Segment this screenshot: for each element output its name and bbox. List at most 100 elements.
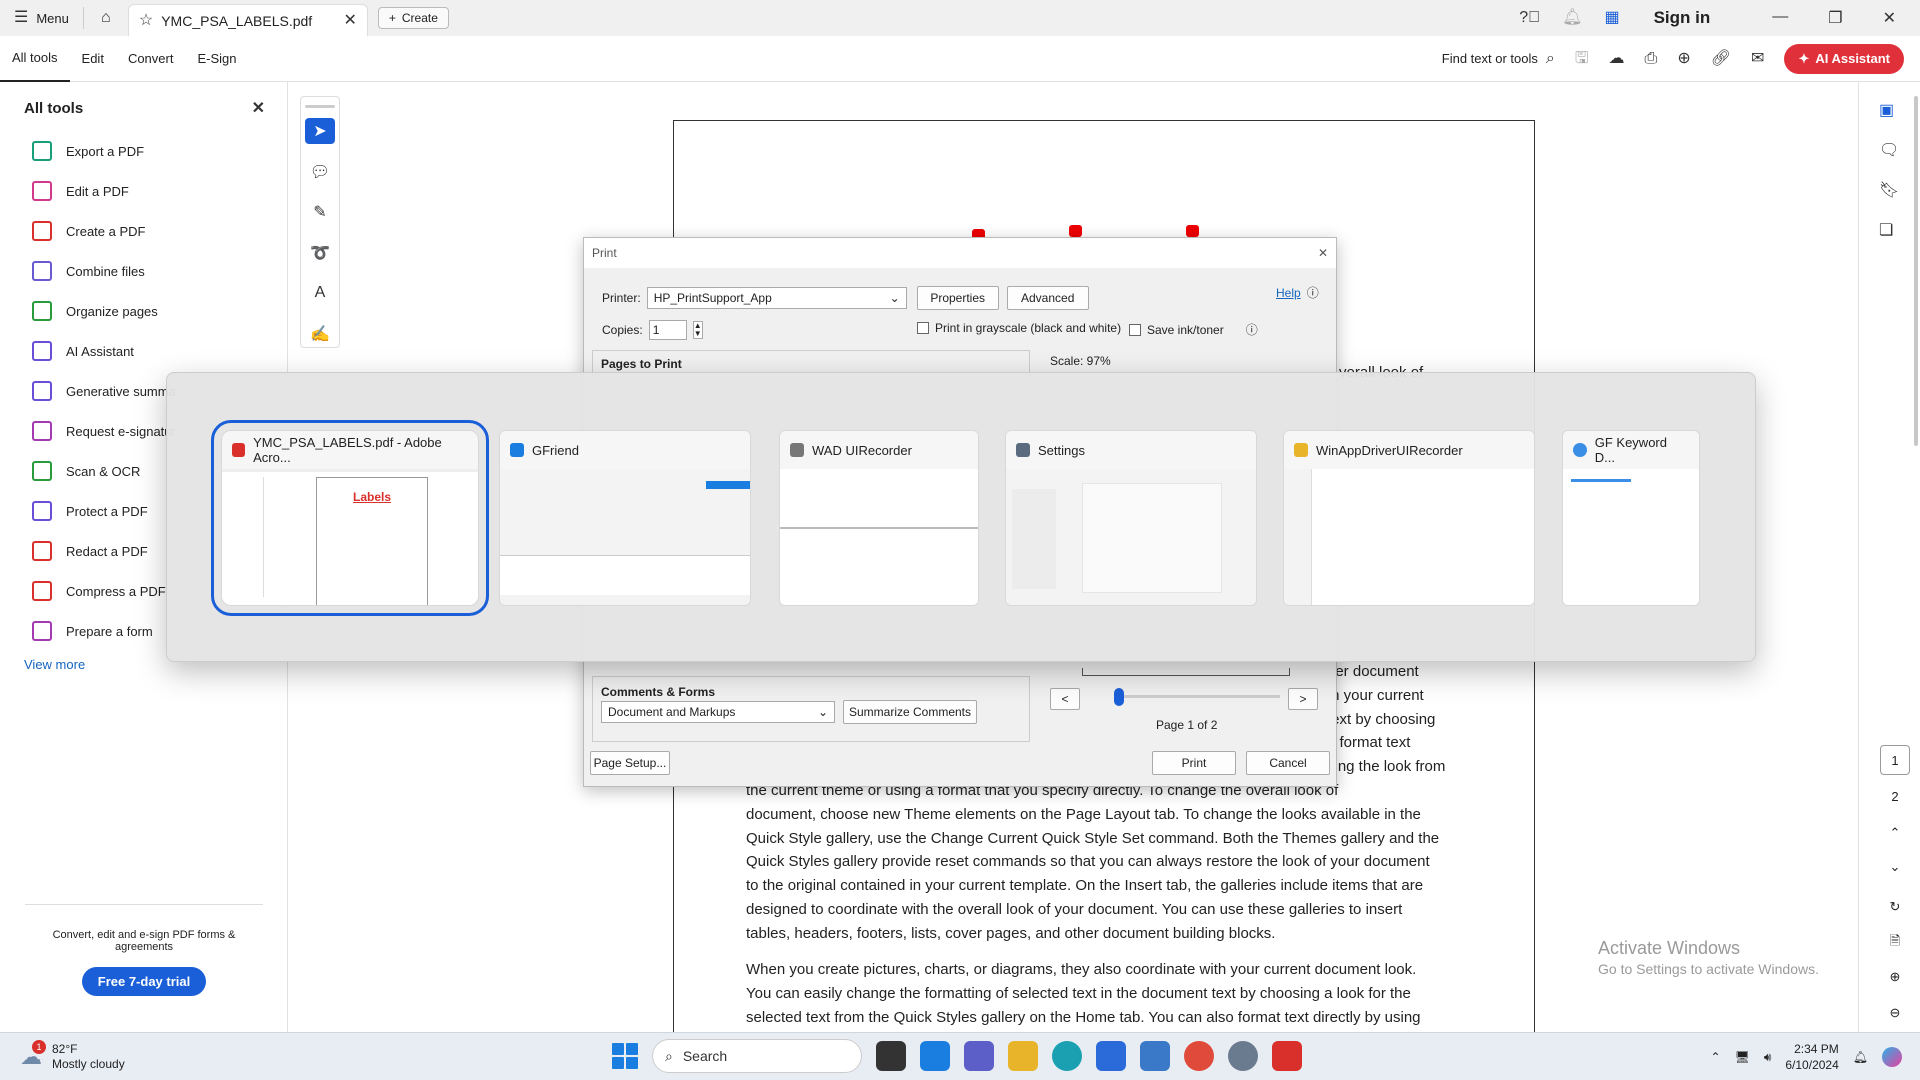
window-thumb-settings[interactable]: Settings bbox=[1005, 430, 1257, 606]
rotate-icon[interactable]: ↻ bbox=[1880, 892, 1910, 922]
add-comment-icon[interactable]: 💬︎ bbox=[305, 158, 335, 185]
email-icon[interactable]: ✉ bbox=[1751, 50, 1764, 67]
menu-convert[interactable]: Convert bbox=[116, 36, 186, 82]
copies-field[interactable]: 1 bbox=[648, 320, 687, 340]
info-icon[interactable]: ⓘ bbox=[1246, 321, 1258, 338]
tool-item[interactable]: Edit a PDF bbox=[0, 171, 287, 211]
notification-bell-icon[interactable]: 🔔︎ bbox=[1562, 10, 1582, 26]
document-tab[interactable]: ☆ YMC_PSA_LABELS.pdf ✕ bbox=[127, 4, 368, 36]
pages-icon[interactable]: ❏ bbox=[1879, 220, 1901, 242]
upload-cloud-icon[interactable]: ☁ bbox=[1609, 50, 1625, 67]
copilot-icon[interactable] bbox=[1882, 1047, 1902, 1067]
apps-grid-icon[interactable]: ▦ bbox=[1604, 10, 1619, 26]
free-trial-button[interactable]: Free 7-day trial bbox=[81, 967, 207, 996]
window-thumb-winappdriveruirecorder[interactable]: WinAppDriverUIRecorder bbox=[1283, 430, 1535, 606]
gfriend-taskbar-icon[interactable] bbox=[920, 1041, 950, 1071]
scroll-up-icon[interactable]: ⌃ bbox=[1880, 818, 1910, 848]
comments-select[interactable]: Document and Markups ⌄ bbox=[601, 701, 835, 723]
pen-icon[interactable]: ✎ bbox=[305, 199, 335, 226]
notification-bell-icon[interactable]: 🔔︎ bbox=[1853, 1050, 1868, 1064]
window-thumb-gf-keyword[interactable]: GF Keyword D... bbox=[1562, 430, 1700, 606]
copies-stepper[interactable]: ▲ ▼ bbox=[692, 321, 703, 339]
menu-edit[interactable]: Edit bbox=[70, 36, 116, 82]
tool-item[interactable]: Create a PDF bbox=[0, 211, 287, 251]
zoom-out-icon[interactable]: ⊖ bbox=[1880, 998, 1910, 1028]
menu-all-tools[interactable]: All tools bbox=[0, 36, 70, 82]
comments-icon[interactable]: 🗨︎ bbox=[1879, 140, 1901, 162]
text-select-icon[interactable]: A bbox=[305, 280, 335, 307]
acrobat-taskbar-icon[interactable] bbox=[1272, 1041, 1302, 1071]
menu-e-sign[interactable]: E-Sign bbox=[185, 36, 248, 82]
page-slider-thumb[interactable] bbox=[1114, 688, 1124, 706]
print-button[interactable]: Print bbox=[1152, 751, 1236, 775]
tool-item[interactable]: Organize pages bbox=[0, 291, 287, 331]
tool-item[interactable]: AI Assistant bbox=[0, 331, 287, 371]
volume-icon[interactable]: 🔊︎ bbox=[1764, 1050, 1772, 1065]
page-thumb-2[interactable]: 2 bbox=[1880, 782, 1910, 812]
home-button[interactable]: ⌂ bbox=[84, 10, 128, 26]
minimize-icon[interactable]: — bbox=[1772, 8, 1788, 28]
summarize-comments-button[interactable]: Summarize Comments bbox=[843, 700, 977, 724]
star-icon[interactable]: ☆ bbox=[139, 12, 153, 29]
taskbar-search[interactable]: ⌕ Search bbox=[652, 1039, 862, 1073]
store-icon[interactable] bbox=[1096, 1041, 1126, 1071]
sign-in-button[interactable]: Sign in bbox=[1654, 8, 1711, 28]
ai-assistant-button[interactable]: ✦ AI Assistant bbox=[1784, 43, 1904, 74]
help-link[interactable]: Help bbox=[1276, 286, 1301, 300]
settings-gear-icon[interactable] bbox=[1228, 1041, 1258, 1071]
tool-label: Compress a PDF bbox=[66, 583, 166, 599]
link-icon[interactable]: 🔗︎ bbox=[1711, 50, 1731, 67]
help-circle-icon[interactable]: ⓘ bbox=[1307, 284, 1319, 301]
scroll-down-icon[interactable]: ⌄ bbox=[1880, 852, 1910, 882]
chrome-icon[interactable] bbox=[1184, 1041, 1214, 1071]
doc-line: Quick Styles gallery provide reset comma… bbox=[746, 853, 1430, 871]
lasso-draw-icon[interactable]: ➰ bbox=[305, 239, 335, 266]
teams-icon[interactable] bbox=[964, 1041, 994, 1071]
close-tab-icon[interactable]: ✕ bbox=[343, 12, 356, 29]
drag-handle[interactable] bbox=[305, 105, 335, 108]
help-icon[interactable]: ?⃝ bbox=[1519, 10, 1540, 26]
page-thumb-1[interactable]: 1 bbox=[1880, 745, 1910, 775]
close-panel-icon[interactable]: ✕ bbox=[252, 100, 265, 117]
previous-page-button[interactable]: < bbox=[1050, 688, 1080, 710]
windows-start-icon[interactable] bbox=[612, 1043, 638, 1069]
menu-button[interactable]: ☰ Menu bbox=[0, 0, 83, 36]
maximize-icon[interactable]: ❐ bbox=[1828, 8, 1842, 28]
uirecorder-taskbar-icon[interactable] bbox=[1140, 1041, 1170, 1071]
save-icon[interactable]: 🖫 bbox=[1575, 50, 1589, 67]
properties-button[interactable]: Properties bbox=[916, 286, 999, 310]
tool-item[interactable]: Combine files bbox=[0, 251, 287, 291]
tool-item[interactable]: Export a PDF bbox=[0, 131, 287, 171]
save-ink-checkbox[interactable] bbox=[1129, 323, 1141, 336]
ai-panel-icon[interactable]: ▣ bbox=[1879, 100, 1901, 122]
find-text-or-tools[interactable]: Find text or tools ⌕ bbox=[1442, 50, 1555, 67]
window-thumb-acrobat[interactable]: YMC_PSA_LABELS.pdf - Adobe Acro... Label… bbox=[211, 420, 489, 616]
close-window-icon[interactable]: ✕ bbox=[1883, 8, 1896, 28]
bookmark-icon[interactable]: 🔖︎ bbox=[1879, 180, 1901, 202]
network-icon[interactable]: 🖥︎ bbox=[1735, 1050, 1750, 1064]
share-user-icon[interactable]: ⊕ bbox=[1677, 50, 1690, 67]
advanced-button[interactable]: Advanced bbox=[1006, 286, 1089, 310]
page-setup-button[interactable]: Page Setup... bbox=[590, 751, 670, 775]
print-icon[interactable]: ⎙ bbox=[1645, 50, 1658, 67]
select-tool-icon[interactable]: ➤ bbox=[305, 117, 335, 145]
sign-icon[interactable]: ✍ bbox=[305, 321, 335, 348]
weather-widget[interactable]: ☁ 1 82°F Mostly cloudy bbox=[0, 1039, 125, 1072]
page-slider-track[interactable] bbox=[1114, 688, 1280, 706]
dialog-close-icon[interactable]: ✕ bbox=[1318, 246, 1328, 260]
grayscale-checkbox[interactable] bbox=[917, 322, 929, 334]
page-info-icon[interactable]: 🗎 bbox=[1880, 926, 1910, 956]
window-thumb-gfriend[interactable]: GFriend bbox=[499, 430, 751, 606]
file-manager-app-icon[interactable] bbox=[876, 1041, 906, 1071]
next-page-button[interactable]: > bbox=[1288, 688, 1318, 710]
edge-icon[interactable] bbox=[1052, 1041, 1082, 1071]
scrollbar[interactable] bbox=[1914, 96, 1918, 446]
clock[interactable]: 2:34 PM 6/10/2024 bbox=[1785, 1041, 1838, 1073]
printer-select[interactable]: HP_PrintSupport_App ⌄ bbox=[646, 287, 907, 309]
zoom-in-icon[interactable]: ⊕ bbox=[1880, 962, 1910, 992]
create-button[interactable]: + Create bbox=[377, 7, 449, 29]
show-hidden-icons[interactable]: ⌃ bbox=[1711, 1050, 1721, 1064]
cancel-button[interactable]: Cancel bbox=[1246, 751, 1330, 775]
window-thumb-wad-uirecorder[interactable]: WAD UIRecorder bbox=[779, 430, 979, 606]
file-explorer-icon[interactable] bbox=[1008, 1041, 1038, 1071]
